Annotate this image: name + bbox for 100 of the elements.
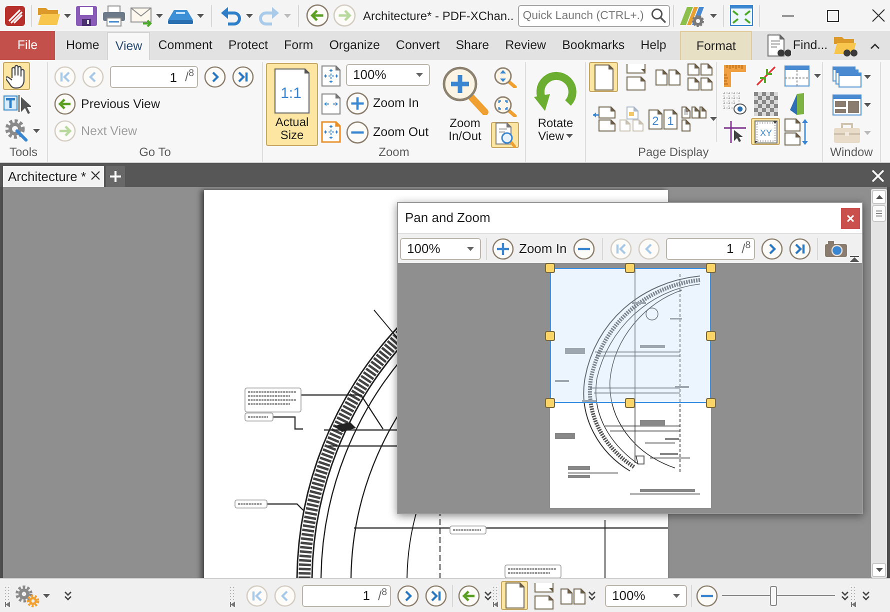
caret-icon[interactable] <box>710 14 717 18</box>
page-layout-button[interactable] <box>589 62 618 92</box>
menu-tab[interactable]: Comment <box>150 31 220 60</box>
zoom-slider[interactable] <box>722 584 835 606</box>
resize-handle[interactable] <box>544 398 554 408</box>
close-icon[interactable] <box>91 170 100 180</box>
menu-tab[interactable]: Format <box>680 31 752 60</box>
zoom-dropdown[interactable]: 100% <box>346 64 430 86</box>
caret-icon[interactable] <box>566 134 573 138</box>
page-layout-button[interactable] <box>501 581 528 610</box>
menu-tab[interactable]: Form <box>276 31 322 60</box>
resize-handle[interactable] <box>706 263 716 273</box>
resize-handle[interactable] <box>625 263 635 273</box>
next-page-icon[interactable] <box>204 66 226 88</box>
colored-panels-gear-icon[interactable] <box>678 4 705 26</box>
find-button[interactable]: Find... <box>766 31 828 60</box>
history-button[interactable]: Previous View <box>54 93 160 115</box>
zoom-in-button[interactable]: Zoom In <box>492 238 567 260</box>
menu-tab[interactable]: Share <box>448 31 498 60</box>
cascade-windows-icon[interactable] <box>832 66 862 88</box>
menu-tab[interactable]: View <box>107 32 150 60</box>
page-layout-button[interactable] <box>685 62 714 92</box>
fit-visible-icon[interactable] <box>321 121 341 143</box>
new-tab-button[interactable] <box>106 166 125 187</box>
menu-tab[interactable]: Help <box>632 31 674 60</box>
grid-layout-icon <box>784 64 810 86</box>
mixed-pages-icon[interactable] <box>681 106 707 132</box>
caret-icon[interactable] <box>33 129 40 133</box>
scroll-up-button[interactable] <box>872 190 886 204</box>
actual-size-button[interactable]: 1:1 Actual Size <box>266 63 318 146</box>
double-chevron-icon[interactable] <box>862 590 870 600</box>
caret-icon[interactable] <box>467 246 474 250</box>
zoom-dropdown[interactable]: 100% <box>400 238 481 260</box>
envelope-icon[interactable] <box>130 4 153 26</box>
tool-button[interactable] <box>3 92 30 116</box>
view-aid-button[interactable] <box>782 118 811 145</box>
fit-width-icon[interactable] <box>321 93 341 115</box>
slider-thumb[interactable] <box>770 586 777 606</box>
app-logo-icon[interactable] <box>5 6 25 26</box>
menu-tab[interactable]: Review <box>497 31 554 60</box>
caret-icon[interactable] <box>864 75 871 79</box>
viewport-frame[interactable] <box>550 268 710 403</box>
tile-windows-icon[interactable] <box>832 94 862 116</box>
plus-icon <box>110 171 121 182</box>
scrollbar-thumb[interactable] <box>872 205 886 222</box>
caret-icon[interactable] <box>416 73 423 77</box>
double-chevron-icon[interactable] <box>588 590 596 600</box>
menu-tab[interactable]: Bookmarks <box>554 31 633 60</box>
next-page-icon[interactable] <box>760 238 783 260</box>
caret-icon[interactable] <box>197 14 204 18</box>
collapse-toolbar-icon[interactable] <box>850 256 859 262</box>
menu-tab[interactable]: Home <box>58 31 108 60</box>
zoom-in-out-button[interactable]: Zoom In/Out <box>440 63 490 143</box>
undo-icon[interactable] <box>219 4 243 26</box>
resize-handle[interactable] <box>544 330 554 340</box>
page-arrow-icon[interactable] <box>592 106 616 132</box>
zoom-tool-button[interactable] <box>491 122 519 148</box>
caret-icon[interactable] <box>864 103 871 107</box>
fullscreen-icon[interactable] <box>730 5 753 26</box>
last-page-icon[interactable] <box>425 584 447 606</box>
caret-icon[interactable] <box>246 14 253 18</box>
caret-icon[interactable] <box>814 74 821 78</box>
camera-icon[interactable] <box>824 240 848 258</box>
document-tab[interactable]: Architecture * <box>3 166 104 187</box>
caret-icon[interactable] <box>64 14 71 18</box>
facing-pages-icon <box>654 67 680 87</box>
double-chevron-icon[interactable] <box>484 590 492 600</box>
double-chevron-icon[interactable] <box>841 590 849 600</box>
collapse-ribbon-icon[interactable] <box>870 42 880 48</box>
fit-page-icon[interactable] <box>321 65 341 87</box>
zoom-out-icon[interactable] <box>696 584 718 606</box>
zoom-dropdown[interactable]: 100% <box>605 584 687 606</box>
zoom-step-button[interactable]: Zoom In <box>346 92 419 115</box>
close-button[interactable] <box>841 208 860 228</box>
double-chevron-icon[interactable] <box>64 590 72 600</box>
caret-icon[interactable] <box>43 594 50 598</box>
next-page-icon[interactable] <box>397 584 419 606</box>
quick-launch-field[interactable]: Quick Launch (CTRL+.) <box>518 4 670 26</box>
printer-icon[interactable] <box>102 4 126 26</box>
caret-icon[interactable] <box>156 14 163 18</box>
resize-handle[interactable] <box>625 398 635 408</box>
menu-tab[interactable]: Organize <box>321 31 388 60</box>
resize-handle[interactable] <box>706 398 716 408</box>
rotate-view-button[interactable]: Rotate View <box>526 62 585 143</box>
resize-handle[interactable] <box>544 263 554 273</box>
last-page-icon[interactable] <box>788 238 811 260</box>
caret-icon[interactable] <box>710 117 717 121</box>
zoom-step-button[interactable]: Zoom Out <box>346 121 429 144</box>
scrollbar-track[interactable] <box>871 189 887 578</box>
menu-tab[interactable]: File <box>0 31 55 60</box>
group-label: Window <box>830 145 873 161</box>
menu-tab[interactable]: Convert <box>388 31 448 60</box>
menu-tab[interactable]: Protect <box>220 31 276 60</box>
tool-button[interactable] <box>3 62 30 90</box>
gears-icon[interactable] <box>14 584 40 608</box>
scroll-down-button[interactable] <box>872 563 886 577</box>
last-page-icon[interactable] <box>232 66 254 88</box>
search-icon[interactable] <box>650 8 666 22</box>
zoom-out-icon[interactable] <box>572 238 595 260</box>
caret-icon[interactable] <box>673 594 680 598</box>
